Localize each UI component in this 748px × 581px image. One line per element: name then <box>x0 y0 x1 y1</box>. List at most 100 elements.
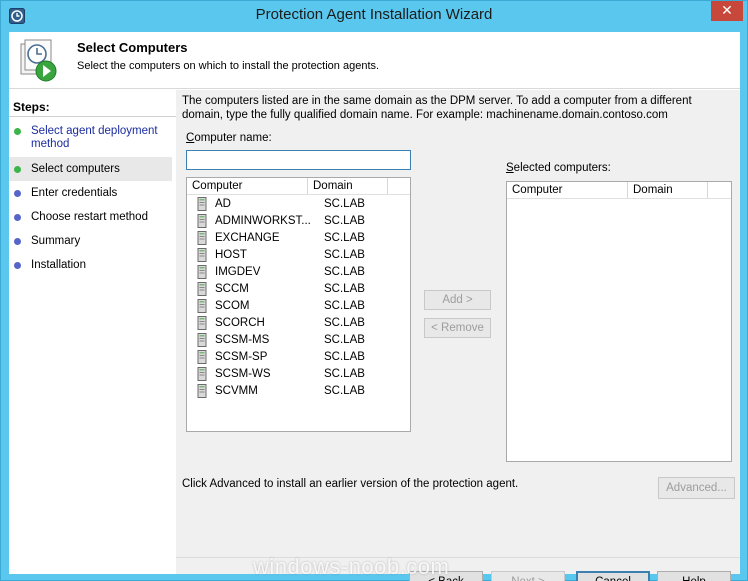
remove-button[interactable]: < Remove <box>424 318 491 338</box>
advanced-hint-text: Click Advanced to install an earlier ver… <box>182 478 519 490</box>
computer-name-label-text: omputer name: <box>194 132 272 144</box>
table-row[interactable]: ADMINWORKST... SC.LAB <box>187 213 365 230</box>
step-enter-credentials: Enter credentials <box>9 187 172 200</box>
row-domain: SC.LAB <box>324 232 365 244</box>
table-row[interactable]: HOST SC.LAB <box>187 247 365 264</box>
step-summary: Summary <box>9 235 172 248</box>
step-label: Choose restart method <box>31 211 148 223</box>
row-computer-name: IMGDEV <box>215 266 261 278</box>
row-domain: SC.LAB <box>324 300 365 312</box>
step-status-dot-icon <box>14 190 21 197</box>
wizard-window: Protection Agent Installation Wizard ✕ S… <box>0 0 748 581</box>
step-choose-restart-method: Choose restart method <box>9 211 172 224</box>
server-icon <box>197 197 213 213</box>
selected-computers-label-text: elected computers: <box>513 162 611 174</box>
add-button[interactable]: Add > <box>424 290 491 310</box>
server-icon <box>197 299 213 315</box>
server-icon <box>197 214 213 230</box>
row-computer-name: SCVMM <box>215 385 258 397</box>
row-computer-name: SCCM <box>215 283 249 295</box>
title-bar[interactable]: Protection Agent Installation Wizard ✕ <box>1 1 747 31</box>
table-row[interactable]: SCORCH SC.LAB <box>187 315 365 332</box>
server-icon <box>197 350 213 366</box>
server-icon <box>197 367 213 383</box>
server-icon <box>197 282 213 298</box>
table-row[interactable]: SCSM-SP SC.LAB <box>187 349 365 366</box>
row-domain: SC.LAB <box>324 266 365 278</box>
selected-list-header: Computer Domain <box>507 182 731 199</box>
step-status-dot-icon <box>14 238 21 245</box>
selected-computers-list[interactable]: Computer Domain <box>506 181 732 462</box>
row-computer-name: AD <box>215 198 231 210</box>
selected-computers-label-mnemonic: S <box>506 162 514 174</box>
clock-play-icon <box>20 39 57 82</box>
next-button[interactable]: Next > <box>491 571 565 581</box>
steps-pane: Steps: Select agent deployment method Se… <box>9 90 176 574</box>
window-title: Protection Agent Installation Wizard <box>255 6 493 23</box>
step-label: Select computers <box>31 163 120 175</box>
selected-computers-label: Selected computers: <box>506 162 611 174</box>
row-domain: SC.LAB <box>324 351 365 363</box>
row-computer-name: SCSM-MS <box>215 334 270 346</box>
page-title: Select Computers <box>77 40 188 55</box>
step-status-dot-icon <box>14 214 21 221</box>
step-installation: Installation <box>9 259 172 272</box>
available-list-header: Computer Domain <box>187 178 410 195</box>
table-row[interactable]: SCOM SC.LAB <box>187 298 365 315</box>
close-button[interactable]: ✕ <box>711 1 743 21</box>
wizard-client-area: Select Computers Select the computers on… <box>9 32 740 581</box>
row-computer-name: SCOM <box>215 300 250 312</box>
computer-name-input[interactable] <box>186 150 411 170</box>
server-icon <box>197 231 213 247</box>
row-domain: SC.LAB <box>324 283 365 295</box>
row-computer-name: SCORCH <box>215 317 265 329</box>
column-header-domain[interactable]: Domain <box>628 182 708 198</box>
row-computer-name: HOST <box>215 249 247 261</box>
advanced-button[interactable]: Advanced... <box>658 477 735 499</box>
row-domain: SC.LAB <box>324 368 365 380</box>
column-header-computer[interactable]: Computer <box>187 178 308 194</box>
table-row[interactable]: AD SC.LAB <box>187 196 365 213</box>
table-row[interactable]: IMGDEV SC.LAB <box>187 264 365 281</box>
server-icon <box>197 248 213 264</box>
page-subtitle: Select the computers on which to install… <box>77 60 380 72</box>
row-domain: SC.LAB <box>324 249 365 261</box>
step-label: Enter credentials <box>31 187 118 199</box>
available-computers-list[interactable]: Computer Domain AD SC.LAB ADMINWORKST... SC… <box>186 177 411 432</box>
step-label: Select agent deployment method <box>31 125 158 150</box>
row-domain: SC.LAB <box>324 334 365 346</box>
column-header-computer[interactable]: Computer <box>507 182 628 198</box>
row-computer-name: SCSM-SP <box>215 351 268 363</box>
server-icon <box>197 384 213 400</box>
step-select-computers[interactable]: Select computers <box>9 157 172 181</box>
step-label: Summary <box>31 235 81 247</box>
cancel-button[interactable]: Cancel <box>576 571 650 581</box>
server-icon <box>197 265 213 281</box>
main-pane: The computers listed are in the same dom… <box>176 90 740 581</box>
table-row[interactable]: SCSM-WS SC.LAB <box>187 366 365 383</box>
table-row[interactable]: SCSM-MS SC.LAB <box>187 332 365 349</box>
row-computer-name: SCSM-WS <box>215 368 271 380</box>
row-domain: SC.LAB <box>324 215 365 227</box>
server-icon <box>197 333 213 349</box>
table-row[interactable]: SCCM SC.LAB <box>187 281 365 298</box>
table-row[interactable]: SCVMM SC.LAB <box>187 383 365 400</box>
help-button[interactable]: Help <box>657 571 731 581</box>
step-status-dot-icon <box>14 166 21 173</box>
wizard-header: Select Computers Select the computers on… <box>9 32 740 89</box>
server-icon <box>197 316 213 332</box>
row-domain: SC.LAB <box>324 198 365 210</box>
row-computer-name: EXCHANGE <box>215 232 280 244</box>
step-label: Installation <box>31 259 86 271</box>
steps-divider <box>9 116 176 117</box>
column-header-domain[interactable]: Domain <box>308 178 388 194</box>
computer-name-label: Computer name: <box>186 132 272 144</box>
row-domain: SC.LAB <box>324 317 365 329</box>
steps-heading: Steps: <box>13 100 50 114</box>
step-status-dot-icon <box>14 262 21 269</box>
table-row[interactable]: EXCHANGE SC.LAB <box>187 230 365 247</box>
step-select-deployment-method[interactable]: Select agent deployment method <box>9 125 172 151</box>
watermark-text: windows-noob.com <box>253 554 450 579</box>
info-text: The computers listed are in the same dom… <box>182 95 692 121</box>
row-domain: SC.LAB <box>324 385 365 397</box>
